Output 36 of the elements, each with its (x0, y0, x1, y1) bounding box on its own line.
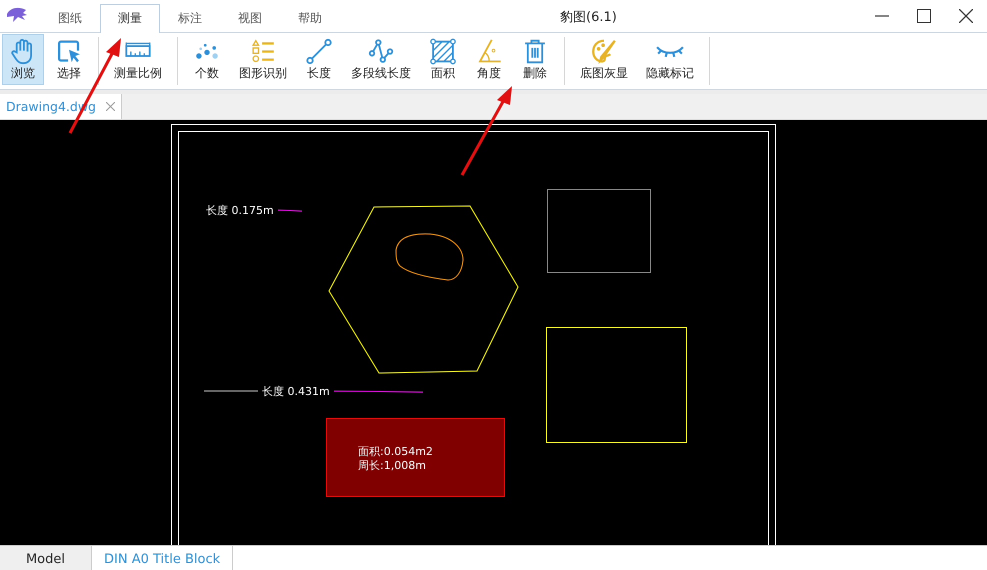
length-measurement-line (278, 210, 302, 212)
toolbar-button[interactable]: 面积 (422, 34, 464, 85)
freeform-curve (396, 233, 464, 280)
measurement-label: 周长:1,008m (358, 459, 426, 472)
line-icon (305, 38, 333, 65)
menu-tab[interactable]: 图纸 (40, 4, 100, 33)
toolbar-button[interactable]: 图形识别 (232, 34, 294, 85)
palette-icon (590, 38, 618, 65)
toolbar-button[interactable]: 角度 (468, 34, 510, 85)
toolbar-button[interactable]: 隐藏标记 (639, 34, 701, 85)
shapes-list-icon (249, 38, 277, 65)
toolbar-button[interactable]: 长度 (298, 34, 340, 85)
menu-tab[interactable]: 帮助 (280, 4, 340, 33)
toolbar-button[interactable]: 底图灰显 (573, 34, 635, 85)
minimize-icon (875, 15, 889, 17)
toolbar-button[interactable]: 个数 (186, 34, 228, 85)
close-icon (959, 9, 973, 23)
maximize-icon (917, 9, 931, 23)
polyline-icon (367, 38, 395, 65)
panther-logo-icon (6, 6, 28, 24)
measurement-label: 面积:0.054m2 (358, 445, 433, 458)
menu-tab[interactable]: 视图 (220, 4, 280, 33)
toolbar-button[interactable]: 选择 (48, 34, 90, 85)
measurement-label: 长度 0.431m (262, 385, 330, 398)
toolbar-button[interactable]: 多段线长度 (344, 34, 418, 85)
toolbar-button[interactable]: 测量比例 (107, 34, 169, 85)
hatched-square-icon (429, 38, 457, 65)
layout-tab[interactable]: Model (0, 546, 92, 570)
menu-tab[interactable]: 标注 (160, 4, 220, 33)
measurement-label: 长度 0.175m (206, 204, 274, 217)
toolbar-button[interactable]: 删除 (514, 34, 556, 85)
window-title: 豹图(6.1) (560, 9, 617, 26)
menu-tab[interactable]: 测量 (100, 4, 160, 33)
closed-eye-icon (656, 45, 684, 58)
close-icon[interactable] (106, 102, 115, 111)
toolbar-button[interactable]: 浏览 (2, 34, 44, 85)
